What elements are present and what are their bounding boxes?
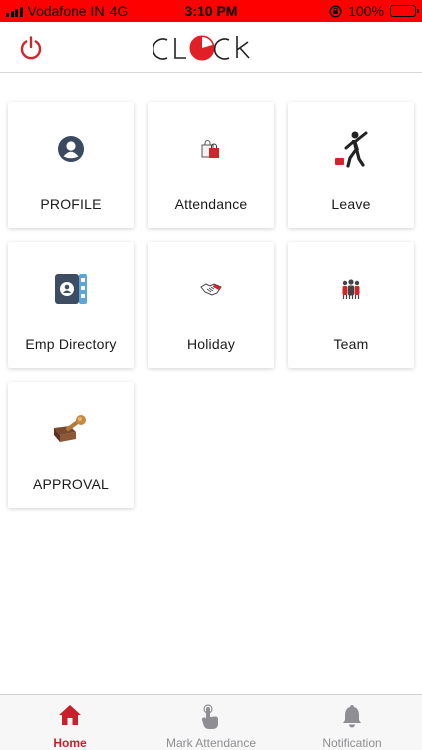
tile-label: Team (333, 336, 369, 352)
tile-label: APPROVAL (32, 476, 110, 492)
app-header (0, 22, 422, 73)
tab-mark-attendance[interactable]: Mark Attendance (141, 695, 281, 750)
rotation-lock-icon (329, 4, 342, 18)
directory-icon (55, 274, 87, 304)
tile-team[interactable]: Team (288, 242, 414, 368)
tile-leave[interactable]: Leave (288, 102, 414, 228)
tile-approval[interactable]: APPROVAL (8, 382, 134, 508)
status-right: 100% (329, 3, 419, 19)
tile-emp-directory[interactable]: Emp Directory (8, 242, 134, 368)
handshake-icon (200, 283, 222, 296)
team-icon (342, 279, 360, 299)
tile-label: Holiday (186, 336, 236, 352)
bell-icon (343, 705, 361, 728)
app-screen: Vodafone IN 4G 3:10 PM 100% PROFILE Atte… (0, 0, 422, 750)
tile-profile[interactable]: PROFILE (8, 102, 134, 228)
battery-percent: 100% (348, 3, 384, 19)
clock-logo (153, 35, 250, 61)
running-man-icon (335, 131, 368, 168)
tab-label: Notification (322, 736, 382, 750)
tile-label: Emp Directory (25, 336, 117, 352)
tile-label: PROFILE (40, 196, 102, 212)
tile-attendance[interactable]: Attendance (148, 102, 274, 228)
tile-holiday[interactable]: Holiday (148, 242, 274, 368)
shopping-bag-icon (201, 140, 219, 158)
power-icon[interactable] (18, 35, 44, 61)
tab-label: Mark Attendance (165, 736, 257, 750)
tab-home[interactable]: Home (0, 695, 140, 750)
battery-icon (390, 5, 419, 17)
tab-notification[interactable]: Notification (282, 695, 422, 750)
tile-label: Leave (331, 196, 371, 212)
status-bar: Vodafone IN 4G 3:10 PM 100% (0, 0, 422, 22)
tap-hand-icon (201, 704, 219, 729)
profile-icon (58, 136, 84, 162)
stamp-icon (54, 415, 86, 442)
bottom-tab-bar: Home Mark Attendance Notification (0, 694, 422, 750)
tile-label: Attendance (174, 196, 248, 212)
home-icon (59, 705, 81, 725)
tab-label: Home (53, 736, 87, 750)
